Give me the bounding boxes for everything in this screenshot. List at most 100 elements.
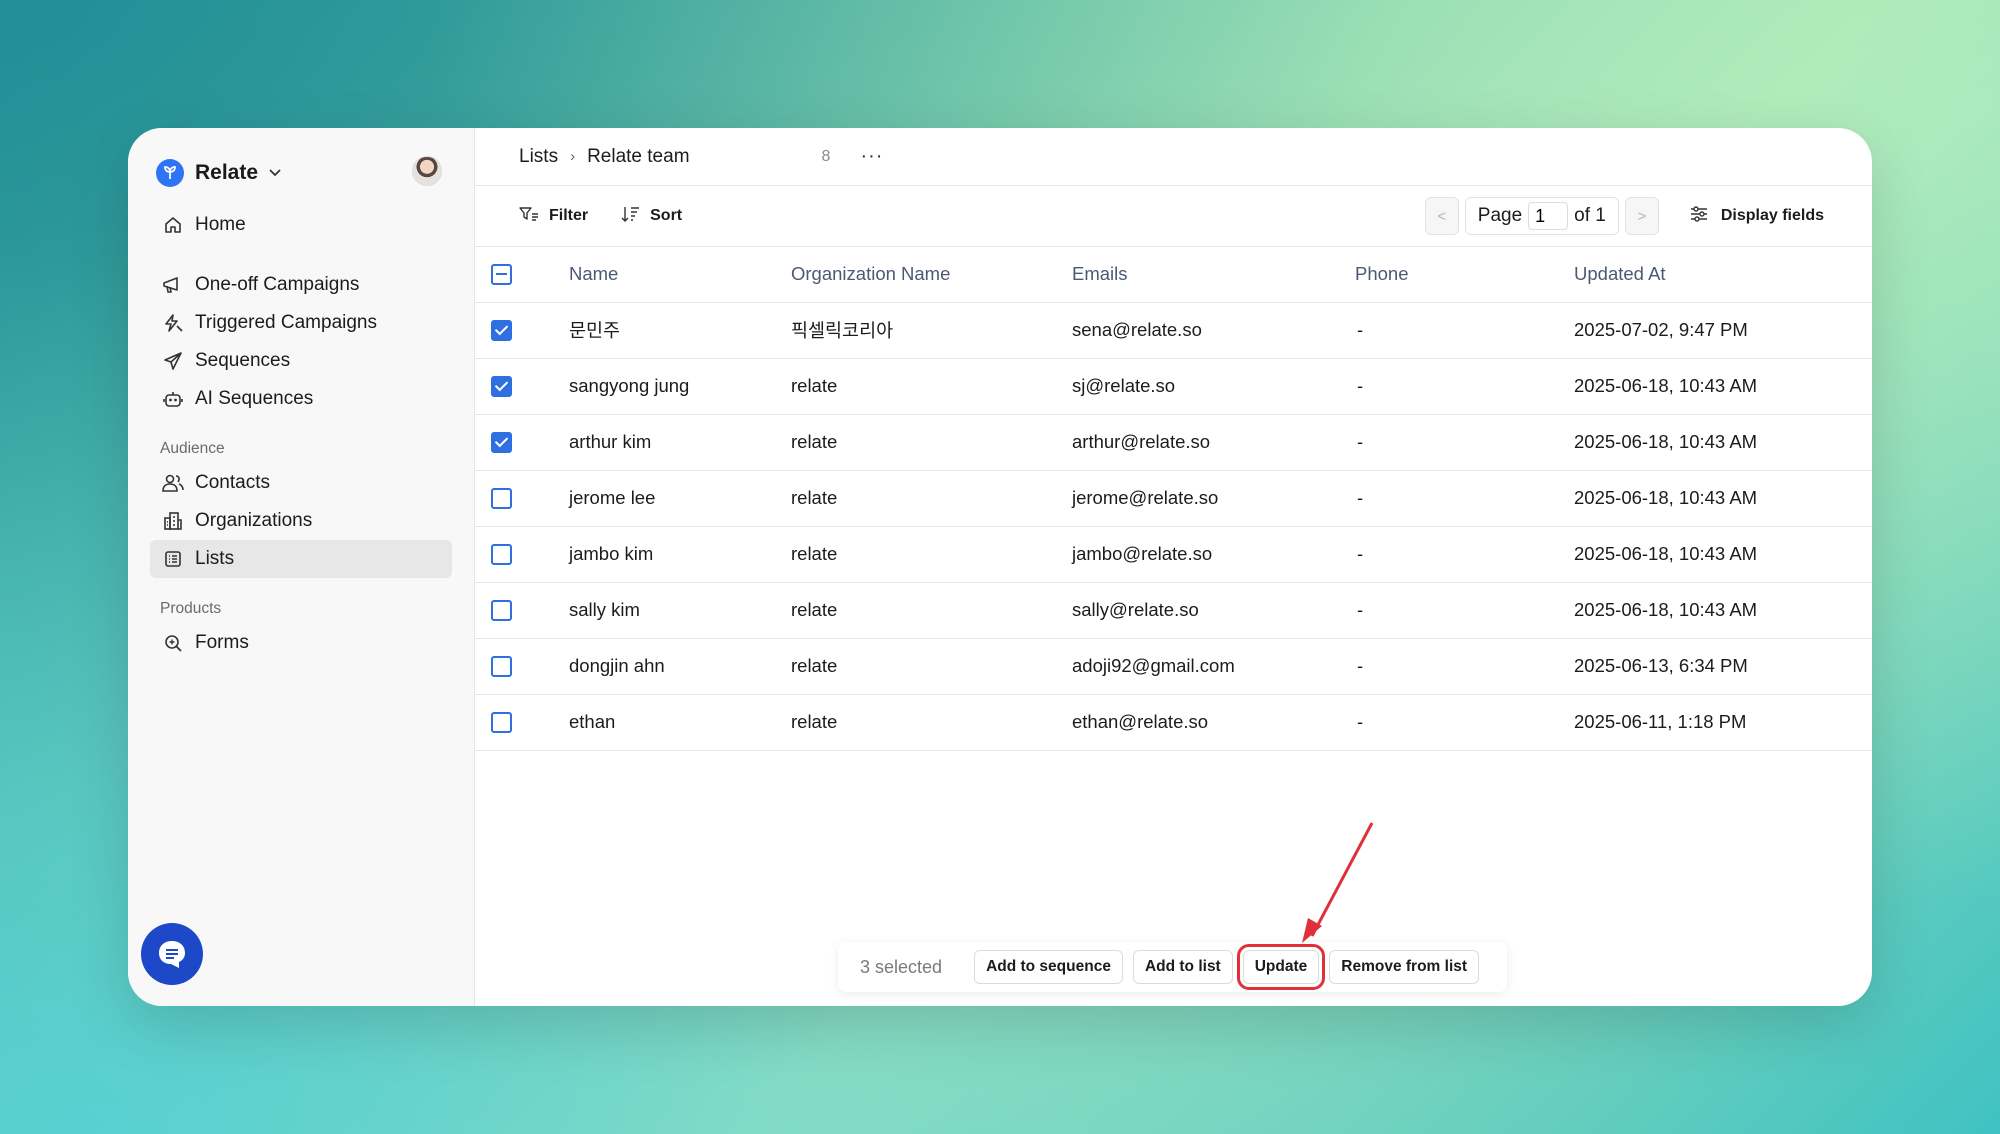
table-header-row: Name Organization Name Emails Phone Upda… xyxy=(475,247,1872,303)
chat-icon xyxy=(159,941,185,968)
page-total: of 1 xyxy=(1574,205,1606,226)
column-header-name[interactable]: Name xyxy=(569,247,791,303)
filter-button[interactable]: Filter xyxy=(519,206,588,226)
cell-name: jambo kim xyxy=(569,526,791,583)
cell-phone: - xyxy=(1355,470,1574,527)
table-row[interactable]: sangyong jung relate sj@relate.so - 2025… xyxy=(475,358,1872,415)
prev-page-button[interactable]: < xyxy=(1424,197,1459,235)
cell-email: sj@relate.so xyxy=(1072,358,1355,415)
cell-email: jerome@relate.so xyxy=(1072,470,1355,527)
display-fields-button[interactable]: Display fields xyxy=(1689,205,1824,228)
table-row[interactable]: 문민주 픽셀릭코리아 sena@relate.so - 2025-07-02, … xyxy=(475,302,1872,359)
building-icon xyxy=(160,509,186,533)
chevron-right-icon: > xyxy=(1637,207,1647,225)
cell-organization: relate xyxy=(791,414,1072,471)
cell-organization: 픽셀릭코리아 xyxy=(791,302,1072,359)
column-header-organization[interactable]: Organization Name xyxy=(791,247,1072,303)
cell-updated-at: 2025-06-18, 10:43 AM xyxy=(1574,470,1872,527)
cell-organization: relate xyxy=(791,470,1072,527)
sort-button[interactable]: Sort xyxy=(620,205,682,227)
pagination: < Page of 1 > Display fields xyxy=(1424,197,1824,235)
page-number-input[interactable] xyxy=(1528,202,1569,230)
relate-logo-icon xyxy=(156,159,184,187)
breadcrumb-current-list: Relate team xyxy=(587,145,690,167)
next-page-button[interactable]: > xyxy=(1624,197,1659,235)
home-icon xyxy=(160,213,186,237)
table-row[interactable]: ethan relate ethan@relate.so - 2025-06-1… xyxy=(475,694,1872,751)
sidebar-item-label: Sequences xyxy=(195,350,291,371)
table-row[interactable]: dongjin ahn relate adoji92@gmail.com - 2… xyxy=(475,638,1872,695)
cell-updated-at: 2025-06-13, 6:34 PM xyxy=(1574,638,1872,695)
send-icon xyxy=(160,349,186,373)
breadcrumb-lists-link[interactable]: Lists xyxy=(519,146,558,168)
contacts-table: Name Organization Name Emails Phone Upda… xyxy=(475,247,1872,751)
select-all-checkbox[interactable] xyxy=(491,263,512,285)
chevron-right-icon: › xyxy=(570,148,576,165)
sidebar-item-sequences[interactable]: Sequences xyxy=(150,342,452,380)
sidebar-item-triggered-campaigns[interactable]: Triggered Campaigns xyxy=(150,304,452,342)
workspace-name: Relate xyxy=(195,161,259,184)
cell-email: arthur@relate.so xyxy=(1072,414,1355,471)
table-row[interactable]: arthur kim relate arthur@relate.so - 202… xyxy=(475,414,1872,471)
cell-name: dongjin ahn xyxy=(569,638,791,695)
sidebar-item-lists[interactable]: Lists xyxy=(150,540,452,578)
remove-from-list-button[interactable]: Remove from list xyxy=(1329,950,1480,984)
cell-name: sangyong jung xyxy=(569,358,791,415)
bolt-icon xyxy=(160,311,186,335)
sidebar-item-organizations[interactable]: Organizations xyxy=(150,502,452,540)
row-checkbox[interactable] xyxy=(491,375,512,397)
sidebar-item-home[interactable]: Home xyxy=(150,206,452,244)
add-to-sequence-button[interactable]: Add to sequence xyxy=(974,950,1123,984)
row-checkbox[interactable] xyxy=(491,319,512,341)
add-to-list-button[interactable]: Add to list xyxy=(1132,950,1233,984)
page-indicator: Page of 1 xyxy=(1464,197,1619,235)
sort-icon xyxy=(620,205,640,227)
sidebar-item-label: AI Sequences xyxy=(195,388,314,409)
app-window: Relate Home One-off Campaigns Triggered … xyxy=(128,128,1872,1006)
cell-name: sally kim xyxy=(569,582,791,639)
user-avatar[interactable] xyxy=(412,156,442,186)
chat-support-button[interactable] xyxy=(141,923,203,985)
page-label: Page xyxy=(1477,205,1523,226)
cell-email: ethan@relate.so xyxy=(1072,694,1355,751)
table-row[interactable]: sally kim relate sally@relate.so - 2025-… xyxy=(475,582,1872,639)
column-header-phone[interactable]: Phone xyxy=(1355,247,1574,303)
cell-phone: - xyxy=(1355,414,1574,471)
cell-organization: relate xyxy=(791,638,1072,695)
cell-email: sena@relate.so xyxy=(1072,302,1355,359)
row-checkbox[interactable] xyxy=(491,543,512,565)
column-header-emails[interactable]: Emails xyxy=(1072,247,1355,303)
table-toolbar: Filter Sort < Page of 1 > xyxy=(475,186,1872,247)
megaphone-icon xyxy=(160,273,186,297)
sidebar-item-one-off-campaigns[interactable]: One-off Campaigns xyxy=(150,266,452,304)
table-row[interactable]: jerome lee relate jerome@relate.so - 202… xyxy=(475,470,1872,527)
section-label-products: Products xyxy=(160,600,222,617)
row-checkbox[interactable] xyxy=(491,655,512,677)
main-panel: Lists › Relate team 8 ··· Filter Sort < … xyxy=(475,128,1872,1006)
cell-email: jambo@relate.so xyxy=(1072,526,1355,583)
workspace-switcher[interactable]: Relate xyxy=(156,156,452,190)
chevron-left-icon: < xyxy=(1437,207,1447,225)
form-search-icon xyxy=(160,631,186,655)
cell-phone: - xyxy=(1355,526,1574,583)
cell-organization: relate xyxy=(791,582,1072,639)
sidebar-item-label: Home xyxy=(195,214,246,235)
sidebar-item-contacts[interactable]: Contacts xyxy=(150,464,452,502)
row-checkbox[interactable] xyxy=(491,431,512,453)
cell-updated-at: 2025-06-18, 10:43 AM xyxy=(1574,526,1872,583)
filter-icon xyxy=(519,206,539,226)
list-icon xyxy=(160,547,186,571)
sidebar-item-forms[interactable]: Forms xyxy=(150,624,452,662)
more-options-icon[interactable]: ··· xyxy=(860,145,883,168)
column-header-updated-at[interactable]: Updated At xyxy=(1574,247,1872,303)
sidebar-item-ai-sequences[interactable]: AI Sequences xyxy=(150,380,452,418)
cell-name: 문민주 xyxy=(569,302,791,359)
table-row[interactable]: jambo kim relate jambo@relate.so - 2025-… xyxy=(475,526,1872,583)
row-checkbox[interactable] xyxy=(491,487,512,509)
cell-organization: relate xyxy=(791,358,1072,415)
row-checkbox[interactable] xyxy=(491,599,512,621)
cell-updated-at: 2025-06-11, 1:18 PM xyxy=(1574,694,1872,751)
sidebar: Relate Home One-off Campaigns Triggered … xyxy=(128,128,475,1006)
row-checkbox[interactable] xyxy=(491,711,512,733)
update-button[interactable]: Update xyxy=(1236,944,1326,990)
